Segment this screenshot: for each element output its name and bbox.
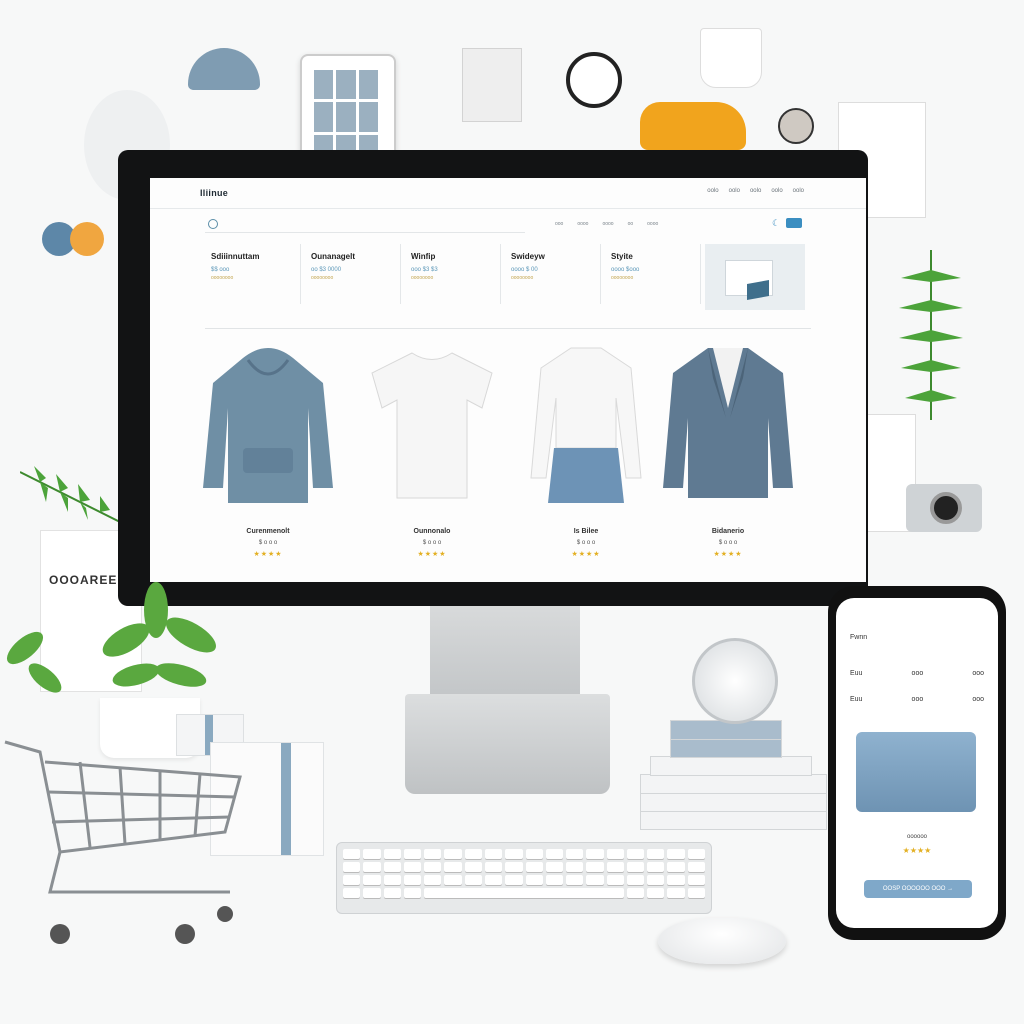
blazer-icon	[663, 348, 793, 498]
cart-button[interactable]	[786, 218, 802, 228]
phone-row-value: ooo	[972, 670, 984, 677]
camera-lens	[930, 492, 962, 524]
filter-price: oo $3 0000	[311, 267, 342, 273]
top-bar: Iliinue oolo oolo oolo oolo oolo	[150, 178, 866, 209]
plant-icon	[102, 582, 216, 687]
coin-icon	[778, 108, 814, 144]
smartwatch-icon	[692, 638, 778, 724]
phone-row: Euu ooo ooo	[850, 670, 984, 677]
product-rating: ★★★★	[253, 551, 283, 558]
filter-title: Swideyw	[511, 252, 545, 261]
filter-price: oooo $ 00	[511, 267, 538, 273]
search-row: ooo oooo oooo oo oooo	[205, 218, 805, 234]
orange-circle-icon	[70, 222, 104, 256]
website-screen: Iliinue oolo oolo oolo oolo oolo ooo ooo…	[150, 178, 866, 582]
product-name: Is Bilee	[573, 528, 599, 535]
product-price: $ o o o	[422, 540, 442, 546]
alarm-clock-icon	[566, 52, 622, 108]
shopping-bag-icon	[462, 48, 522, 122]
phone-row-value: ooo	[911, 696, 924, 703]
phone-row: Euu ooo ooo	[850, 696, 984, 703]
phone-screen: Fwnn Euu ooo ooo Euu ooo ooo oooooo ★★★★…	[836, 598, 998, 928]
search-input[interactable]	[205, 218, 525, 233]
site-logo[interactable]: Iliinue	[200, 188, 228, 198]
keyboard[interactable]	[336, 842, 712, 914]
filter-price: $$ ooo	[211, 267, 230, 273]
product-price: $ o o o	[258, 540, 278, 546]
filter-price: ooo $3 $3	[411, 267, 438, 273]
phone-row-value: ooo	[911, 670, 924, 677]
tshirt-icon	[371, 352, 493, 499]
product-rating: ★★★★	[713, 551, 743, 558]
phone-row-value: ooo	[972, 696, 984, 703]
add-to-cart-button[interactable]: OOSP OOOOOO OOO →	[864, 880, 972, 898]
product-card[interactable]: Curenmenolt $ o o o ★★★★	[198, 338, 338, 578]
dark-mode-icon[interactable]: ☾	[772, 218, 780, 229]
product-name: Curenmenolt	[246, 528, 290, 535]
toy-car	[640, 102, 746, 150]
filter-sub: oooooooo	[311, 275, 334, 281]
hoodie-icon	[203, 348, 333, 503]
phone-row-label: Euu	[850, 696, 863, 703]
category-nav: ooo oooo oooo oo oooo	[555, 221, 658, 227]
plant-icon	[6, 631, 62, 693]
top-nav: oolo oolo oolo oolo oolo	[707, 188, 804, 194]
promo-banner[interactable]	[705, 244, 805, 310]
nav-link[interactable]: oolo	[793, 188, 804, 194]
blouse-icon	[530, 347, 642, 503]
filter-item[interactable]: Ounanagelt oo $3 0000 oooooooo	[305, 244, 401, 304]
category-link[interactable]: oooo	[577, 221, 588, 227]
fern-icon	[20, 466, 120, 523]
phone-header[interactable]: Fwnn	[850, 634, 867, 641]
banner-box	[747, 280, 769, 300]
fern-icon	[899, 250, 963, 420]
nav-link[interactable]: oolo	[750, 188, 761, 194]
product-card[interactable]: Ounnonalo $ o o o ★★★★	[362, 338, 502, 578]
filter-title: Styite	[611, 252, 633, 261]
category-link[interactable]: oooo	[602, 221, 613, 227]
nav-link[interactable]: oolo	[707, 188, 718, 194]
nav-link[interactable]: oolo	[729, 188, 740, 194]
filter-item[interactable]: Sdiiinnuttam $$ ooo oooooooo	[205, 244, 301, 304]
product-price: $ o o o	[718, 540, 738, 546]
mouse[interactable]	[658, 918, 786, 964]
category-link[interactable]: oooo	[647, 221, 658, 227]
phone-product-caption: oooooo	[906, 834, 928, 840]
shopping-cart-icon	[4, 740, 242, 944]
filter-title: Ounanagelt	[311, 252, 356, 261]
coffee-cup-icon	[700, 28, 762, 88]
search-icon	[208, 219, 218, 229]
filter-sub: oooooooo	[411, 275, 434, 281]
category-link[interactable]: oo	[628, 221, 634, 227]
filter-sub: oooooooo	[211, 275, 234, 281]
camera-icon	[906, 484, 982, 532]
phone-product-rating: ★★★★	[902, 846, 932, 855]
filter-item[interactable]: Winfip ooo $3 $3 oooooooo	[405, 244, 501, 304]
product-name: Ounnonalo	[413, 528, 451, 535]
filter-item[interactable]: Swideyw oooo $ 00 oooooooo	[505, 244, 601, 304]
product-card[interactable]: Bidanerio $ o o o ★★★★	[658, 338, 798, 578]
filter-price: oooo $ooo	[611, 267, 640, 273]
filter-sub: oooooooo	[511, 275, 534, 281]
product-name: Bidanerio	[711, 528, 745, 535]
product-rating: ★★★★	[417, 551, 447, 558]
divider	[205, 328, 811, 329]
product-price: $ o o o	[576, 540, 596, 546]
phone-row-label: Euu	[850, 670, 863, 677]
phone-product-image[interactable]	[856, 732, 976, 812]
product-rating: ★★★★	[571, 551, 601, 558]
category-link[interactable]: ooo	[555, 221, 563, 227]
monitor-base	[405, 694, 610, 794]
monitor-stand	[430, 606, 580, 696]
nav-link[interactable]: oolo	[771, 188, 782, 194]
filter-item[interactable]: Styite oooo $ooo oooooooo	[605, 244, 701, 304]
filter-sub: oooooooo	[611, 275, 634, 281]
filter-title: Sdiiinnuttam	[211, 252, 260, 261]
beanie-hat	[188, 48, 260, 90]
filter-title: Winfip	[411, 252, 436, 261]
product-card[interactable]: Is Bilee $ o o o ★★★★	[516, 338, 656, 578]
